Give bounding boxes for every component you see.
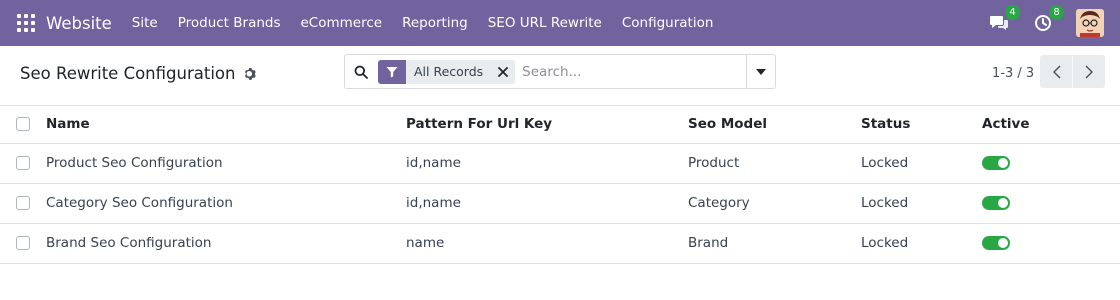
table-header-row: Name Pattern For Url Key Seo Model Statu… — [0, 106, 1120, 144]
search-facet: All Records — [378, 59, 516, 84]
cell-pattern[interactable]: id,name — [406, 143, 688, 184]
menu-ecommerce[interactable]: eCommerce — [301, 15, 383, 31]
cell-status[interactable]: Locked — [861, 183, 982, 224]
pager-previous-button[interactable] — [1040, 55, 1073, 88]
facet-label: All Records — [414, 64, 484, 79]
column-header-model[interactable]: Seo Model — [688, 106, 861, 144]
avatar-image — [1076, 9, 1104, 37]
cell-active — [982, 143, 1120, 184]
chevron-right-icon — [1085, 65, 1093, 78]
cell-status[interactable]: Locked — [861, 223, 982, 264]
cell-active — [982, 223, 1120, 264]
breadcrumb: Seo Rewrite Configuration — [20, 64, 257, 83]
search-input[interactable] — [515, 56, 746, 87]
activities-button[interactable]: 8 — [1032, 5, 1064, 34]
cell-active — [982, 183, 1120, 224]
control-panel: Seo Rewrite Configuration All Records Se… — [0, 46, 1120, 106]
search-icon — [354, 65, 368, 79]
messages-button[interactable]: 4 — [988, 5, 1020, 34]
row-select-cell — [0, 223, 46, 264]
row-checkbox[interactable] — [16, 156, 30, 170]
menu-configuration[interactable]: Configuration — [622, 15, 714, 31]
page-title: Seo Rewrite Configuration — [20, 64, 236, 83]
cell-model[interactable]: Product — [688, 143, 861, 184]
caret-down-icon — [756, 68, 766, 75]
top-navbar: Website Site Product Brands eCommerce Re… — [0, 0, 1120, 46]
messages-count-badge: 4 — [1005, 5, 1020, 20]
active-toggle[interactable] — [982, 236, 1010, 250]
table-row[interactable]: Category Seo Configuration id,name Categ… — [0, 183, 1120, 224]
cell-name[interactable]: Brand Seo Configuration — [46, 223, 406, 264]
column-header-active[interactable]: Active — [982, 106, 1120, 144]
column-header-name[interactable]: Name — [46, 106, 406, 144]
row-checkbox[interactable] — [16, 196, 30, 210]
menu-product-brands[interactable]: Product Brands — [178, 15, 281, 31]
cell-status[interactable]: Locked — [861, 143, 982, 184]
pager-value[interactable]: 1-3 / 3 — [992, 66, 1034, 81]
cell-name[interactable]: Category Seo Configuration — [46, 183, 406, 224]
facet-remove-button[interactable] — [493, 60, 513, 84]
menu-seo-url-rewrite[interactable]: SEO URL Rewrite — [488, 15, 602, 31]
select-all-cell — [0, 106, 46, 144]
menu-reporting[interactable]: Reporting — [402, 15, 468, 31]
cell-pattern[interactable]: name — [406, 223, 688, 264]
table-row[interactable]: Product Seo Configuration id,name Produc… — [0, 143, 1120, 184]
cell-pattern[interactable]: id,name — [406, 183, 688, 224]
search-button[interactable] — [345, 55, 377, 88]
filter-icon — [386, 66, 398, 77]
row-select-cell — [0, 143, 46, 184]
app-brand[interactable]: Website — [46, 14, 112, 33]
row-select-cell — [0, 183, 46, 224]
apps-grid-icon[interactable] — [17, 14, 35, 32]
cell-model[interactable]: Category — [688, 183, 861, 224]
chevron-left-icon — [1052, 65, 1060, 78]
systray: 4 8 — [988, 0, 1120, 46]
cell-name[interactable]: Product Seo Configuration — [46, 143, 406, 184]
row-checkbox[interactable] — [16, 236, 30, 250]
activities-count-badge: 8 — [1049, 5, 1064, 20]
active-toggle[interactable] — [982, 156, 1010, 170]
search-panel-toggle[interactable] — [746, 55, 775, 88]
cell-model[interactable]: Brand — [688, 223, 861, 264]
column-header-status[interactable]: Status — [861, 106, 982, 144]
filter-facet-button[interactable] — [378, 59, 406, 84]
records-table: Name Pattern For Url Key Seo Model Statu… — [0, 106, 1120, 264]
search-bar: All Records — [344, 54, 776, 89]
menu-site[interactable]: Site — [132, 15, 158, 31]
active-toggle[interactable] — [982, 196, 1010, 210]
user-avatar[interactable] — [1076, 9, 1104, 37]
column-header-pattern[interactable]: Pattern For Url Key — [406, 106, 688, 144]
close-icon — [498, 66, 509, 77]
select-all-checkbox[interactable] — [16, 117, 30, 132]
table-row[interactable]: Brand Seo Configuration name Brand Locke… — [0, 223, 1120, 264]
pager-next-button[interactable] — [1072, 55, 1105, 88]
gear-icon[interactable] — [243, 67, 257, 81]
